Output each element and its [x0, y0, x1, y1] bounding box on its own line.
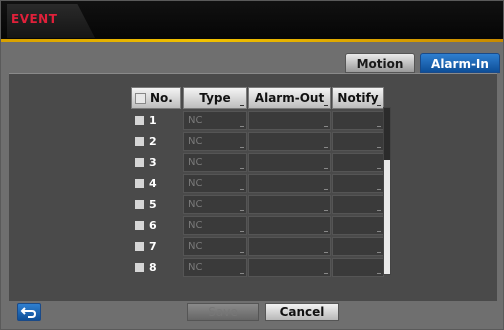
type-select[interactable]: NC: [183, 258, 247, 277]
row-checkbox[interactable]: [135, 263, 144, 272]
accent-line: [1, 39, 503, 42]
column-label-alarm-out: Alarm-Out: [254, 91, 325, 105]
row-number[interactable]: 8: [131, 258, 181, 278]
column-label-type: Type: [199, 91, 231, 105]
table-row: 3 NC: [131, 153, 387, 173]
table-row: 7 NC: [131, 237, 387, 257]
back-button[interactable]: [17, 303, 41, 321]
select-all-checkbox[interactable]: [135, 93, 146, 104]
alarm-out-select[interactable]: [248, 195, 331, 214]
row-number[interactable]: 7: [131, 237, 181, 257]
table-row: 1 NC: [131, 111, 387, 131]
type-select[interactable]: NC: [183, 132, 247, 151]
cancel-button[interactable]: Cancel: [265, 303, 339, 321]
alarm-out-select[interactable]: [248, 153, 331, 172]
table-row: 6 NC: [131, 216, 387, 236]
column-label-no: No.: [150, 91, 173, 105]
alarm-out-select[interactable]: [248, 174, 331, 193]
tab-motion[interactable]: Motion: [345, 53, 415, 73]
row-checkbox[interactable]: [135, 200, 144, 209]
event-window: EVENT Motion Alarm-In No. Type Alarm-Out…: [0, 0, 504, 330]
column-label-notify: Notify: [337, 91, 379, 105]
column-header-type[interactable]: Type: [183, 87, 247, 109]
type-select[interactable]: NC: [183, 216, 247, 235]
row-number[interactable]: 3: [131, 153, 181, 173]
row-checkbox[interactable]: [135, 116, 144, 125]
column-header-no[interactable]: No.: [131, 87, 181, 109]
notify-select[interactable]: [332, 237, 384, 256]
dropdown-marker-icon: [240, 105, 244, 106]
table-row: 5 NC: [131, 195, 387, 215]
alarm-out-select[interactable]: [248, 258, 331, 277]
notify-select[interactable]: [332, 111, 384, 130]
row-checkbox[interactable]: [135, 137, 144, 146]
type-select[interactable]: NC: [183, 237, 247, 256]
notify-select[interactable]: [332, 174, 384, 193]
alarm-out-select[interactable]: [248, 216, 331, 235]
row-checkbox[interactable]: [135, 158, 144, 167]
scrollbar-thumb[interactable]: [384, 160, 390, 274]
alarm-out-select[interactable]: [248, 132, 331, 151]
column-header-notify[interactable]: Notify: [332, 87, 384, 109]
notify-select[interactable]: [332, 258, 384, 277]
tab-alarm-in[interactable]: Alarm-In: [420, 53, 500, 73]
row-number[interactable]: 1: [131, 111, 181, 131]
dropdown-marker-icon: [377, 105, 381, 106]
notify-select[interactable]: [332, 216, 384, 235]
row-number[interactable]: 4: [131, 174, 181, 194]
notify-select[interactable]: [332, 153, 384, 172]
page-title: EVENT: [11, 12, 58, 26]
row-number[interactable]: 6: [131, 216, 181, 236]
type-select[interactable]: NC: [183, 111, 247, 130]
column-header-alarm-out[interactable]: Alarm-Out: [248, 87, 331, 109]
table-row: 4 NC: [131, 174, 387, 194]
alarm-out-select[interactable]: [248, 111, 331, 130]
alarm-out-select[interactable]: [248, 237, 331, 256]
table-row: 8 NC: [131, 258, 387, 278]
type-select[interactable]: NC: [183, 153, 247, 172]
notify-select[interactable]: [332, 132, 384, 151]
row-number[interactable]: 5: [131, 195, 181, 215]
save-button[interactable]: Save: [187, 303, 259, 321]
table-row: 2 NC: [131, 132, 387, 152]
table-scrollbar[interactable]: [383, 107, 391, 275]
back-arrow-icon: [20, 307, 37, 318]
row-checkbox[interactable]: [135, 179, 144, 188]
row-number[interactable]: 2: [131, 132, 181, 152]
header-bar: EVENT: [1, 1, 503, 41]
notify-select[interactable]: [332, 195, 384, 214]
row-checkbox[interactable]: [135, 221, 144, 230]
dropdown-marker-icon: [324, 105, 328, 106]
type-select[interactable]: NC: [183, 195, 247, 214]
type-select[interactable]: NC: [183, 174, 247, 193]
row-checkbox[interactable]: [135, 242, 144, 251]
